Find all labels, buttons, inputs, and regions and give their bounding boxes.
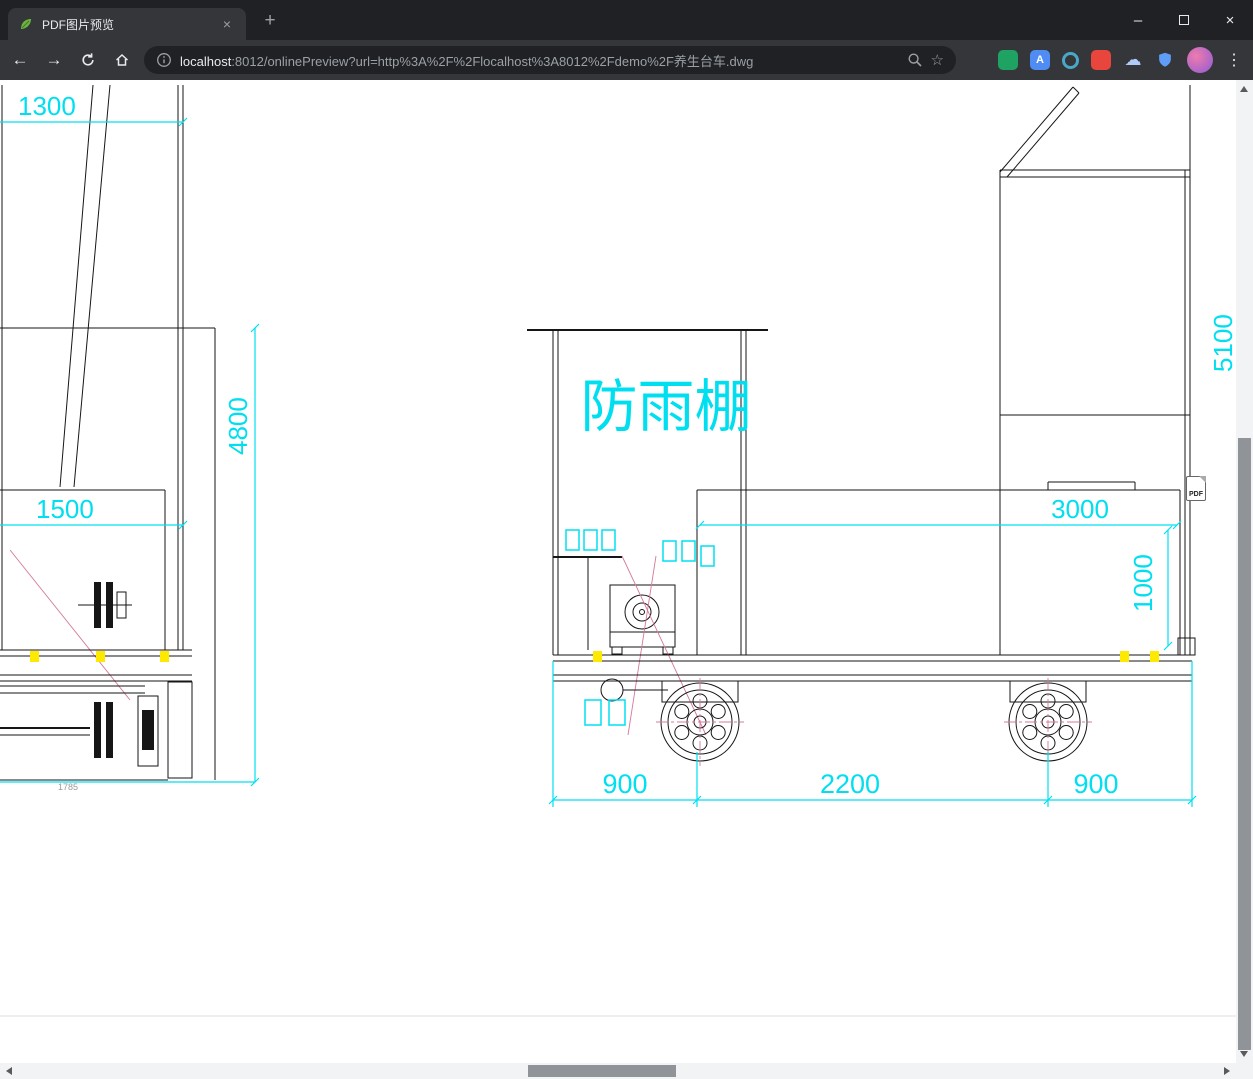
vertical-scrollbar-thumb[interactable]: [1238, 438, 1251, 1050]
small-dimension-label: 1785: [58, 782, 78, 792]
horizontal-scrollbar[interactable]: [0, 1063, 1236, 1079]
extension-ring-icon[interactable]: [1062, 51, 1079, 69]
shield-icon: [1159, 52, 1171, 67]
scroll-left-arrow-icon[interactable]: [6, 1067, 12, 1075]
scroll-up-arrow-icon[interactable]: [1240, 86, 1248, 92]
address-bar[interactable]: localhost:8012/onlinePreview?url=http%3A…: [144, 46, 956, 74]
profile-avatar[interactable]: [1187, 47, 1213, 73]
horizontal-scrollbar-thumb[interactable]: [528, 1065, 676, 1077]
browser-tab[interactable]: PDF图片预览 ×: [8, 8, 246, 40]
extension-green-icon[interactable]: [998, 50, 1018, 70]
maximize-button[interactable]: [1161, 0, 1207, 40]
forward-button[interactable]: →: [40, 46, 68, 74]
window-controls: – ×: [1115, 0, 1253, 40]
extension-translate-icon[interactable]: A: [1030, 50, 1050, 70]
extension-red-icon[interactable]: [1091, 50, 1111, 70]
browser-toolbar: ← → localhost:8012/onlinePreview?url=htt…: [0, 40, 1253, 80]
home-button[interactable]: [108, 46, 136, 74]
cad-drawing: 1300 4800 1500 1785 防雨棚 900 2200 900 510…: [0, 84, 1236, 1017]
dim-900-right-label: 900: [1073, 769, 1118, 799]
reload-icon: [82, 53, 94, 66]
dim-2200-label: 2200: [820, 769, 880, 799]
pdf-badge-label: PDF: [1189, 491, 1203, 498]
pdf-file-icon[interactable]: PDF: [1186, 476, 1206, 501]
rain-shelter-label: 防雨棚: [581, 375, 752, 439]
scroll-down-arrow-icon[interactable]: [1240, 1051, 1248, 1057]
new-tab-button[interactable]: +: [258, 9, 282, 33]
dim-3000-label: 3000: [1051, 494, 1109, 524]
dim-1000-label: 1000: [1128, 554, 1158, 612]
extensions-area: A ☁ ⋮: [998, 47, 1243, 73]
browser-titlebar: PDF图片预览 × + – ×: [0, 0, 1253, 40]
extension-shield-icon[interactable]: [1155, 50, 1175, 70]
left-view-dimensions: 1300 4800 1500 1785: [0, 91, 260, 792]
spring-leaf-favicon: [21, 19, 31, 29]
right-view-dimensions: 5100 3000 1000: [695, 314, 1236, 651]
bottom-dimensions: 900 2200 900: [548, 661, 1197, 807]
home-icon: [115, 53, 129, 66]
extension-cloud-icon[interactable]: ☁: [1123, 50, 1143, 70]
minimize-button[interactable]: –: [1115, 0, 1161, 40]
wheel-left: [656, 678, 744, 766]
scroll-right-arrow-icon[interactable]: [1224, 1067, 1230, 1075]
browser-menu-icon[interactable]: ⋮: [1225, 50, 1243, 70]
translate-glyph: A: [1036, 54, 1044, 66]
dim-1500-label: 1500: [36, 494, 94, 524]
dim-5100-label: 5100: [1208, 314, 1236, 372]
dwg-preview-canvas[interactable]: 1300 4800 1500 1785 防雨棚 900 2200 900 510…: [0, 80, 1236, 1063]
url-host: localhost: [180, 53, 232, 69]
pdf-fold-corner: [1199, 476, 1206, 483]
end-elevation-view: [696, 85, 1196, 656]
close-button[interactable]: ×: [1207, 0, 1253, 40]
reload-button[interactable]: [74, 46, 102, 74]
tab-title: PDF图片预览: [42, 17, 115, 32]
bookmark-star-icon[interactable]: ☆: [931, 51, 944, 69]
scrollbar-corner: [1236, 1063, 1253, 1079]
dim-900-left-label: 900: [602, 769, 647, 799]
site-info-icon[interactable]: [156, 52, 172, 68]
maximize-icon: [1179, 15, 1189, 25]
dim-1300-label: 1300: [18, 91, 76, 121]
side-elevation-view: 防雨棚: [527, 329, 1192, 766]
vertical-scrollbar[interactable]: [1236, 80, 1253, 1063]
url-path: :8012/onlinePreview?url=http%3A%2F%2Floc…: [231, 53, 754, 69]
tab-close-icon[interactable]: ×: [218, 15, 236, 33]
zoom-icon[interactable]: [907, 52, 923, 68]
dim-4800-label: 4800: [223, 397, 253, 455]
url-text: localhost:8012/onlinePreview?url=http%3A…: [180, 51, 899, 70]
left-elevation-view: [0, 84, 216, 781]
back-button[interactable]: ←: [6, 46, 34, 74]
